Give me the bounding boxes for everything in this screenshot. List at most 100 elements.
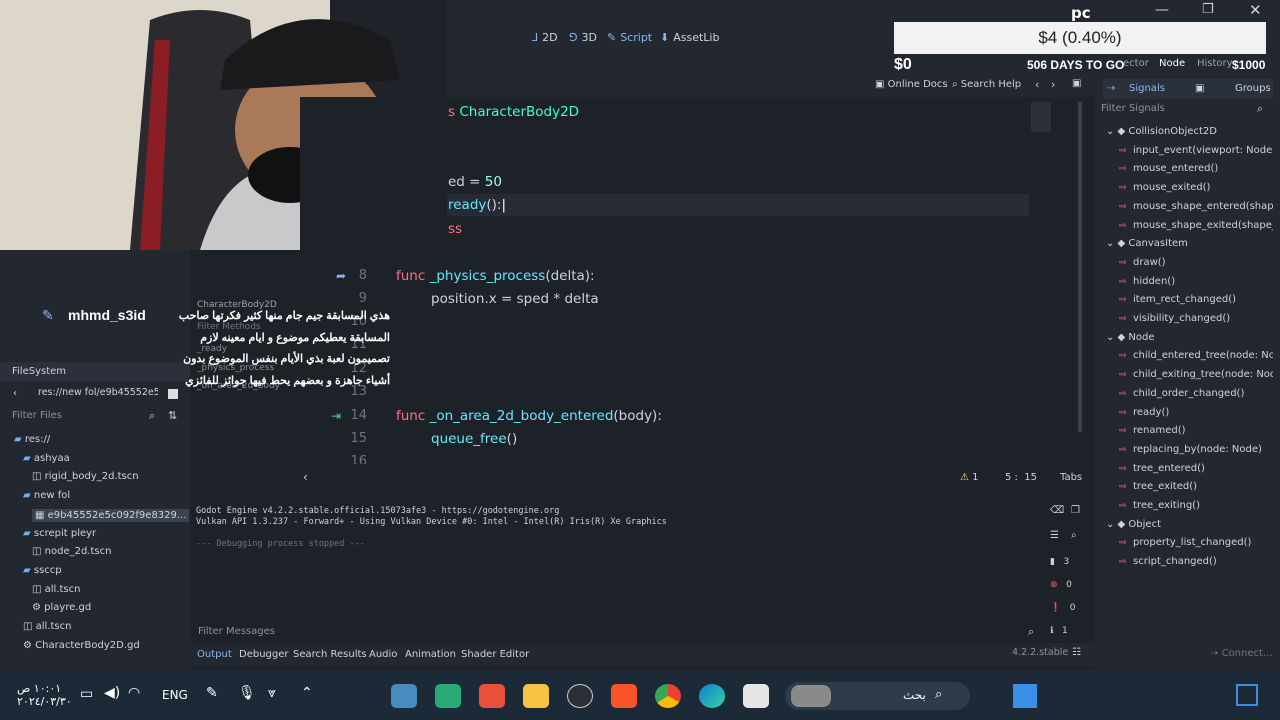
chat-app-icon[interactable] [435,684,461,708]
connect-button[interactable]: ⇢ Connect... [1210,648,1272,659]
start-button[interactable] [1013,684,1037,708]
file-tree-item[interactable]: ▰ ashyaa [23,453,70,464]
tab-signals[interactable]: Signals [1129,83,1165,94]
brave-browser-icon[interactable] [611,684,637,708]
signal-class-header[interactable]: ⌄ ◆ CanvasItem [1106,238,1188,249]
signal-item[interactable]: mouse_shape_exited(shape_... [1133,220,1273,231]
show-hidden-icons[interactable]: ⌃ [301,685,313,701]
signal-item[interactable]: child_order_changed() [1133,388,1273,399]
tab-search-results[interactable]: Search Results [293,649,367,660]
signal-item[interactable]: child_entered_tree(node: No... [1133,350,1273,361]
volume-icon[interactable]: ◀) [104,685,120,701]
tab-audio[interactable]: Audio [369,649,397,660]
minimize-button[interactable]: — [1155,2,1169,18]
wifi-icon[interactable]: ◠ [128,685,140,701]
tab-node[interactable]: Node [1159,58,1185,69]
signal-item[interactable]: visibility_changed() [1133,313,1273,324]
search-help-button[interactable]: ⌕ Search Help [952,79,1021,90]
app-tray-icon[interactable]: ⩔ [268,685,276,701]
file-tree-item[interactable]: ▰ screpit pleyr [23,528,96,539]
file-tree-item[interactable]: ◫ all.tscn [23,621,71,632]
signal-item[interactable]: tree_exiting() [1133,500,1273,511]
signal-item[interactable]: item_rect_changed() [1133,294,1273,305]
signal-item[interactable]: input_event(viewport: Node, ... [1133,145,1273,156]
obs-icon[interactable] [567,684,593,708]
microphone-icon[interactable]: 🎙 [238,685,256,701]
godot-app-icon[interactable] [391,684,417,708]
sort-icon[interactable]: ⇅ [168,409,177,422]
search-output-icon[interactable]: ⌕ [1071,530,1077,541]
tab-output[interactable]: Output [197,649,232,660]
warning-count[interactable]: ⚠ 1 [960,472,979,483]
signal-item[interactable]: draw() [1133,257,1273,268]
tab-shader-editor[interactable]: Shader Editor [461,649,529,660]
chrome-icon[interactable] [655,684,681,708]
filter-files-input[interactable]: Filter Files [12,410,62,421]
next-script-button[interactable]: › [1051,78,1055,91]
code-editor[interactable]: s CharacterBody2D ed = 50 ready():| ss 8… [300,97,1085,464]
prev-script-button[interactable]: ‹ [1035,78,1039,91]
tab-2d[interactable]: ⅃ 2D [532,31,558,44]
close-button[interactable]: ✕ [1249,1,1262,19]
file-tree-item[interactable]: ◫ node_2d.tscn [32,546,111,557]
nav-back-icon[interactable]: ‹ [13,388,17,399]
vertical-scrollbar[interactable] [1078,102,1082,432]
tab-groups[interactable]: Groups [1235,83,1271,94]
minimap[interactable] [1031,102,1051,132]
pen-icon[interactable]: ✎ [206,685,218,701]
maximize-button[interactable]: ❐ [1202,2,1214,17]
signal-item[interactable]: hidden() [1133,276,1273,287]
file-tree-item[interactable]: ◫ all.tscn [32,584,80,595]
notepad-icon[interactable] [743,684,769,708]
search-box[interactable]: ⌕ بحث [785,682,970,710]
path-field[interactable]: res://new fol/e9b45552e5c [38,387,158,398]
store-app-icon[interactable] [479,684,505,708]
signal-item[interactable]: mouse_exited() [1133,182,1273,193]
signal-item[interactable]: renamed() [1133,425,1273,436]
file-tree-item[interactable]: ▰ res:// [14,434,50,445]
tab-animation[interactable]: Animation [405,649,456,660]
copilot-icon[interactable] [1236,684,1258,706]
toggle-scripts-icon[interactable]: ▣ [1072,78,1081,89]
file-tree-item[interactable]: ▦ e9b45552e5c092f9e8329... [32,508,190,522]
signal-class-header[interactable]: ⌄ ◆ Object [1106,519,1161,530]
tab-script[interactable]: ✎ Script [607,31,652,44]
edge-icon[interactable] [699,684,725,708]
file-tree-item[interactable]: ◫ rigid_body_2d.tscn [32,471,139,482]
signal-item[interactable]: ready() [1133,407,1273,418]
signal-item[interactable]: property_list_changed() [1133,537,1273,548]
file-tree-item[interactable]: ⚙ CharacterBody2D.gd [23,640,140,651]
signal-class-header[interactable]: ⌄ ◆ CollisionObject2D [1106,126,1217,137]
signal-item[interactable]: replacing_by(node: Node) [1133,444,1273,455]
file-tree-item[interactable]: ▰ new fol [23,490,70,501]
signal-item[interactable]: mouse_entered() [1133,163,1273,174]
signal-item[interactable]: child_exiting_tree(node: Node) [1133,369,1273,380]
filter-signals-input[interactable]: Filter Signals [1101,103,1165,114]
signal-item[interactable]: mouse_shape_entered(shap... [1133,201,1273,212]
signal-class-header[interactable]: ⌄ ◆ Node [1106,332,1155,343]
file-tree-item[interactable]: ▰ sscсp [23,565,62,576]
clock[interactable]: ١٠:٠١ ص ٢٠٢٤/٠٣/٣٠ [17,682,72,708]
clear-output-icon[interactable]: ⌫ [1050,505,1064,516]
tab-inspector[interactable]: ector [1123,58,1149,69]
tab-3d[interactable]: ⅁ 3D [569,31,597,44]
toggle-icon[interactable]: ☰ [1050,530,1059,541]
online-docs-button[interactable]: ▣ Online Docs [875,79,948,90]
warning-filter-count[interactable]: ❗ 0 [1050,603,1076,613]
signal-item[interactable]: tree_entered() [1133,463,1273,474]
error-count[interactable]: ⊗ 0 [1050,580,1072,590]
signal-item[interactable]: tree_exited() [1133,481,1273,492]
scroll-left-icon[interactable]: ‹ [303,470,308,484]
message-count[interactable]: ℹ 1 [1050,626,1068,636]
indent-mode[interactable]: Tabs [1060,472,1082,483]
file-explorer-icon[interactable] [523,684,549,708]
settings-icon[interactable]: ☷ [1072,647,1081,658]
tab-debugger[interactable]: Debugger [239,649,289,660]
log-count[interactable]: ▮ 3 [1050,557,1069,567]
copy-output-icon[interactable]: ❐ [1071,505,1080,516]
signal-item[interactable]: script_changed() [1133,556,1273,567]
tab-history[interactable]: History [1197,58,1233,69]
battery-icon[interactable]: ▭ [80,686,93,702]
file-tree-item[interactable]: ⚙ playre.gd [32,602,91,613]
filter-messages-input[interactable]: Filter Messages [198,626,275,637]
